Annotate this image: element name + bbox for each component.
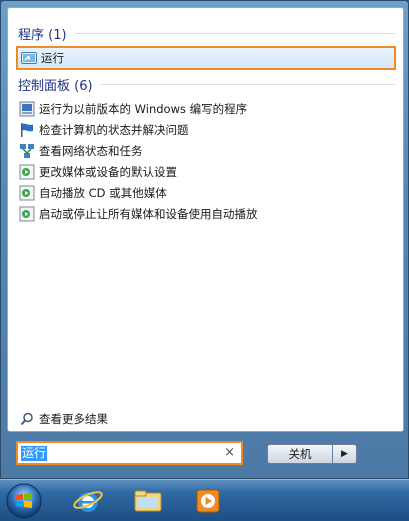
search-input-value: 运行 xyxy=(21,445,48,461)
control-panel-header: 控制面板 (6) xyxy=(18,75,395,94)
taskbar-explorer[interactable] xyxy=(130,483,166,519)
result-network[interactable]: 查看网络状态和任务 xyxy=(19,141,394,161)
internet-explorer-icon xyxy=(73,491,103,512)
autoplay-icon xyxy=(19,206,35,222)
result-action-center[interactable]: 检查计算机的状态并解决问题 xyxy=(19,120,394,140)
windows-orb-icon xyxy=(6,483,42,519)
result-label: 运行 xyxy=(41,51,64,65)
result-autoplay-cd[interactable]: 自动播放 CD 或其他媒体 xyxy=(19,183,394,203)
result-default-media[interactable]: 更改媒体或设备的默认设置 xyxy=(19,162,394,182)
taskbar-internet-explorer[interactable] xyxy=(70,483,106,519)
control-panel-header-label: 控制面板 (6) xyxy=(18,79,93,94)
folder-icon xyxy=(134,490,162,512)
media-player-icon xyxy=(196,489,220,513)
clear-search-icon[interactable]: × xyxy=(224,445,235,460)
start-menu: 程序 (1) 运行 控制面板 (6) 运行为以前版本的 Windows 编写的程… xyxy=(0,0,409,479)
result-label: 检查计算机的状态并解决问题 xyxy=(39,123,189,137)
result-label: 启动或停止让所有媒体和设备使用自动播放 xyxy=(39,207,258,221)
programs-header-label: 程序 (1) xyxy=(18,28,67,43)
divider xyxy=(74,33,395,34)
network-icon xyxy=(19,143,35,159)
search-input[interactable]: 运行 × xyxy=(16,441,243,465)
result-label: 自动播放 CD 或其他媒体 xyxy=(39,186,167,200)
taskbar-media-player[interactable] xyxy=(190,483,226,519)
search-results-panel: 程序 (1) 运行 控制面板 (6) 运行为以前版本的 Windows 编写的程… xyxy=(7,7,404,432)
shutdown-options-button[interactable]: ▶ xyxy=(333,444,357,464)
flag-icon xyxy=(19,122,35,138)
result-compat[interactable]: 运行为以前版本的 Windows 编写的程序 xyxy=(19,99,394,119)
see-more-label: 查看更多结果 xyxy=(39,412,108,426)
result-run[interactable]: 运行 xyxy=(16,46,396,70)
result-label: 查看网络状态和任务 xyxy=(39,144,143,158)
shutdown-label: 关机 xyxy=(288,447,312,461)
chevron-right-icon: ▶ xyxy=(341,449,348,459)
result-autoplay-toggle[interactable]: 启动或停止让所有媒体和设备使用自动播放 xyxy=(19,204,394,224)
result-label: 更改媒体或设备的默认设置 xyxy=(39,165,177,179)
shutdown-button[interactable]: 关机 xyxy=(267,444,333,464)
run-icon xyxy=(21,50,37,66)
magnifier-icon xyxy=(20,412,34,426)
result-label: 运行为以前版本的 Windows 编写的程序 xyxy=(39,102,248,116)
see-more-results-link[interactable]: 查看更多结果 xyxy=(20,411,108,427)
divider xyxy=(100,84,395,85)
compat-icon xyxy=(19,101,35,117)
programs-header: 程序 (1) xyxy=(18,24,395,43)
taskbar xyxy=(0,479,409,521)
autoplay-icon xyxy=(19,164,35,180)
autoplay-icon xyxy=(19,185,35,201)
start-button[interactable] xyxy=(4,483,44,519)
